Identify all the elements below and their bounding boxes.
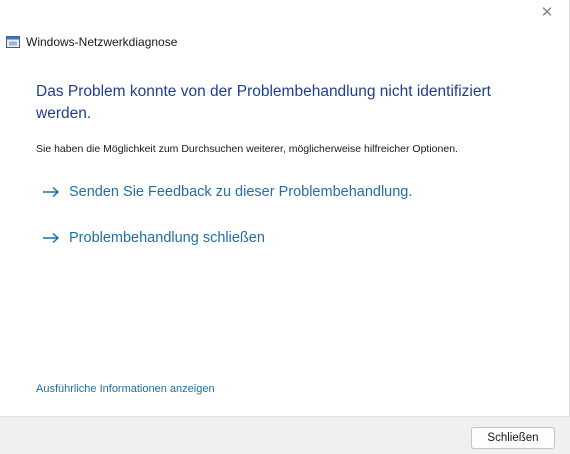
result-headline: Das Problem konnte von der Problembehand… [36, 83, 491, 122]
close-troubleshooter-label: Problembehandlung schließen [69, 230, 265, 246]
result-description: Sie haben die Möglichkeit zum Durchsuche… [36, 143, 458, 155]
show-details-link[interactable]: Ausführliche Informationen anzeigen [36, 383, 215, 395]
window-title: Windows-Netzwerkdiagnose [26, 35, 178, 49]
send-feedback-link[interactable]: Senden Sie Feedback zu dieser Problembeh… [42, 184, 412, 200]
footer-bar: Schließen [0, 416, 570, 454]
network-diagnostics-icon [6, 36, 20, 48]
close-troubleshooter-link[interactable]: Problembehandlung schließen [42, 230, 265, 246]
close-icon: ✕ [540, 4, 554, 21]
troubleshooter-window: ✕ Windows-Netzwerkdiagnose Das Problem k… [0, 0, 570, 454]
arrow-right-icon [43, 186, 60, 198]
send-feedback-label: Senden Sie Feedback zu dieser Problembeh… [69, 184, 413, 200]
arrow-right-icon [43, 232, 60, 244]
close-button[interactable]: Schließen [471, 427, 555, 449]
title-bar: Windows-Netzwerkdiagnose [6, 33, 177, 51]
window-close-button[interactable]: ✕ [535, 2, 559, 24]
